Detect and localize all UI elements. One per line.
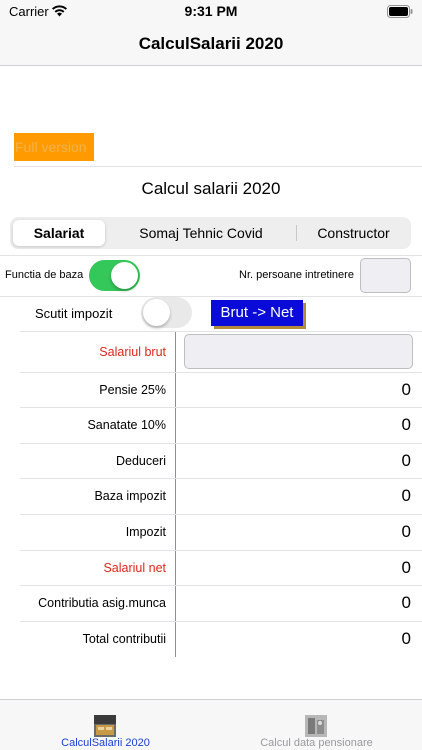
- functia-de-baza-label: Functia de baza: [5, 269, 84, 281]
- retirement-photo-icon: [305, 715, 327, 737]
- deduceri-label: Deduceri: [115, 454, 166, 468]
- table-row-divider: [20, 443, 422, 444]
- baza-impozit-value: 0: [401, 486, 411, 505]
- table-row-divider: [20, 478, 422, 479]
- brut-net-button[interactable]: Brut -> Net: [211, 300, 303, 326]
- table-row-divider: [20, 514, 422, 515]
- divider: [20, 331, 422, 332]
- salariul-net-label: Salariul net: [103, 561, 166, 575]
- table-row-divider: [20, 407, 422, 408]
- table-row-divider: [20, 621, 422, 622]
- nav-title: CalculSalarii 2020: [138, 34, 284, 53]
- sanatate-value: 0: [401, 415, 411, 434]
- contributia-asig-munca-value: 0: [401, 593, 411, 612]
- baza-impozit-label: Baza impozit: [94, 489, 166, 503]
- salariul-brut-label: Salariul brut: [99, 345, 166, 359]
- table-row-divider: [20, 585, 422, 586]
- functia-de-baza-switch[interactable]: [89, 260, 140, 291]
- table-row-divider: [20, 372, 422, 373]
- persoane-intretinere-label: Nr. persoane intretinere: [239, 269, 354, 281]
- salariul-net-value: 0: [401, 558, 411, 577]
- pensie-value: 0: [401, 380, 411, 399]
- sanatate-label: Sanatate 10%: [87, 418, 166, 432]
- contributia-asig-munca-label: Contributia asig.munca: [38, 596, 166, 610]
- full-version-button[interactable]: Full version: [14, 133, 94, 161]
- tab-calcul-data-pensionare-label: Calcul data pensionare: [260, 737, 373, 749]
- table-column-divider: [175, 332, 176, 657]
- tab-calcul-data-pensionare[interactable]: Calcul data pensionare: [211, 700, 422, 750]
- status-bar: Carrier 9:31 PM: [0, 0, 422, 24]
- total-contributii-value: 0: [401, 629, 411, 648]
- pensie-label: Pensie 25%: [99, 383, 166, 397]
- divider: [0, 255, 422, 256]
- scutit-impozit-label: Scutit impozit: [35, 306, 113, 321]
- deduceri-value: 0: [401, 451, 411, 470]
- segment-somaj-tehnic-covid[interactable]: Somaj Tehnic Covid: [106, 217, 296, 249]
- salariul-brut-input[interactable]: [184, 334, 413, 369]
- section-title: Calcul salarii 2020: [141, 179, 281, 198]
- switch-knob: [111, 262, 138, 289]
- impozit-label: Impozit: [125, 525, 166, 539]
- table-row-divider: [20, 550, 422, 551]
- segment-constructor[interactable]: Constructor: [296, 217, 411, 249]
- navigation-bar: CalculSalarii 2020: [0, 24, 422, 66]
- employee-type-segmented-control: Salariat Somaj Tehnic Covid Constructor: [10, 217, 411, 249]
- segment-salariat[interactable]: Salariat: [13, 220, 105, 246]
- persoane-intretinere-input[interactable]: [360, 258, 411, 293]
- calculator-photo-icon: [94, 715, 116, 737]
- status-time: 9:31 PM: [184, 3, 238, 19]
- divider: [14, 166, 422, 167]
- divider: [0, 296, 422, 297]
- total-contributii-label: Total contributii: [82, 632, 166, 646]
- tab-bar: CalculSalarii 2020 Calcul data pensionar…: [0, 699, 422, 750]
- tab-calculsalarii-label: CalculSalarii 2020: [61, 737, 150, 749]
- scutit-impozit-switch[interactable]: [141, 297, 192, 328]
- switch-knob: [143, 299, 170, 326]
- battery-icon: [387, 5, 413, 18]
- impozit-value: 0: [401, 522, 411, 541]
- tab-calculsalarii[interactable]: CalculSalarii 2020: [0, 700, 211, 750]
